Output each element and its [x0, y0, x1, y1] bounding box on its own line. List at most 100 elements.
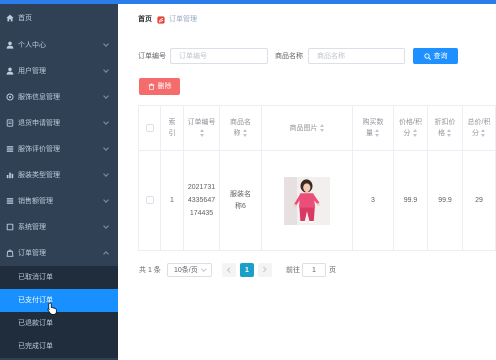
breadcrumb-home-link[interactable]: 首页 [138, 15, 152, 25]
sort-icon[interactable] [200, 129, 205, 138]
header-price[interactable]: 价格/积分 [393, 105, 428, 151]
header-label: 商品名称 [230, 119, 251, 137]
square-icon [6, 223, 14, 231]
page-size-value: 10条/页 [174, 266, 198, 274]
chevron-down-icon [103, 119, 109, 125]
page-number-button[interactable]: 1 [240, 263, 254, 277]
sidebar-item-orders[interactable]: 订单管理 [0, 240, 118, 266]
sidebar-item-system[interactable]: 系统管理 [0, 214, 118, 240]
order-number-cell: 20217314335647174435 [183, 150, 220, 251]
orders-table: 索引 订单编号 商品名称 商品图片 购买数量 价格/积分 折扣价格 总价/积分 … [138, 105, 496, 251]
order-number-label: 订单编号 [138, 53, 166, 60]
sidebar-item-users[interactable]: 用户管理 [0, 58, 118, 84]
sidebar-item-label: 系统管理 [18, 223, 46, 231]
sort-icon[interactable] [447, 129, 452, 138]
discount-price-cell: 99.9 [427, 150, 463, 251]
header-index: 索引 [160, 105, 184, 151]
goto-suffix: 页 [329, 267, 336, 274]
price-cell: 99.9 [393, 150, 428, 251]
submenu-item-label: 已取消订单 [18, 274, 53, 281]
breadcrumb: 首页 订单管理 [138, 15, 197, 25]
sidebar-item-label: 订单管理 [18, 249, 46, 257]
select-all-checkbox[interactable] [145, 123, 154, 132]
header-order-number[interactable]: 订单编号 [183, 105, 220, 151]
product-image-cell [261, 150, 353, 251]
page-size-select[interactable]: 10条/页 [167, 263, 212, 277]
chevron-down-icon [103, 67, 109, 73]
product-name-input[interactable] [308, 48, 405, 64]
chevron-down-icon [103, 145, 109, 151]
delete-button-label: 删除 [157, 83, 172, 90]
chevron-down-icon [200, 266, 206, 272]
user-icon [6, 41, 14, 49]
header-label: 总价/积分 [467, 119, 491, 137]
header-select-cell [138, 105, 161, 151]
sidebar-item-returns[interactable]: 退货申请管理 [0, 110, 118, 136]
chevron-right-icon [261, 267, 267, 273]
chevron-down-icon [103, 93, 109, 99]
order-icon [6, 249, 14, 257]
product-name-label: 商品名称 [275, 53, 303, 60]
header-total[interactable]: 总价/积分 [462, 105, 496, 151]
sort-icon[interactable] [242, 129, 248, 138]
search-icon [423, 52, 431, 60]
table-header-row: 索引 订单编号 商品名称 商品图片 购买数量 价格/积分 折扣价格 总价/积分 [138, 105, 496, 151]
sort-icon[interactable] [319, 123, 325, 132]
row-checkbox[interactable] [145, 195, 154, 204]
orders-submenu: 已取消订单 已支付订单 已退款订单 已完成订单 [0, 266, 118, 358]
index-cell: 1 [160, 150, 184, 251]
sort-icon[interactable] [481, 129, 486, 138]
sort-icon[interactable] [412, 129, 418, 138]
header-quantity[interactable]: 购买数量 [352, 105, 394, 151]
order-number-input[interactable] [170, 48, 268, 64]
delete-button[interactable]: 删除 [139, 78, 180, 95]
header-label: 价格/积分 [399, 119, 422, 137]
sidebar-item-label: 销售额管理 [18, 197, 53, 205]
sidebar-item-label: 用户管理 [18, 67, 46, 75]
home-icon [6, 14, 14, 22]
header-label: 商品图片 [289, 124, 318, 132]
order-number-value: 20217314335647174435 [187, 184, 216, 217]
goto-page-input[interactable] [302, 263, 326, 277]
sidebar-item-label: 服饰评价管理 [18, 145, 60, 153]
pagination-total: 共 1 条 [139, 267, 161, 274]
header-label: 订单编号 [187, 119, 216, 126]
user-icon [6, 67, 14, 75]
product-photo[interactable] [284, 176, 330, 225]
chevron-down-icon [103, 197, 109, 203]
query-button-label: 查询 [433, 52, 448, 60]
chevron-down-icon [103, 171, 109, 177]
document-icon [6, 119, 14, 127]
submenu-item-paid-orders[interactable]: 已支付订单 [0, 289, 118, 312]
sidebar-item-clothing-info[interactable]: 服饰信息管理 [0, 84, 118, 110]
sidebar-item-clothing-types[interactable]: 服装类型管理 [0, 162, 118, 188]
chevron-down-icon [103, 223, 109, 229]
breadcrumb-separator-icon [157, 16, 165, 24]
submenu-item-completed-orders[interactable]: 已完成订单 [0, 335, 118, 358]
next-page-button[interactable] [258, 263, 272, 277]
header-product-image[interactable]: 商品图片 [261, 105, 353, 151]
info-circle-icon [6, 93, 14, 101]
query-button[interactable]: 查询 [413, 48, 458, 64]
chevron-left-icon [227, 267, 233, 273]
submenu-item-refunded-orders[interactable]: 已退款订单 [0, 312, 118, 335]
submenu-item-label: 已完成订单 [18, 343, 53, 350]
header-product-name[interactable]: 商品名称 [219, 105, 262, 151]
table-row[interactable]: 1 20217314335647174435 服装名称6 3 99.9 99.9… [138, 150, 496, 251]
header-discount-price[interactable]: 折扣价格 [427, 105, 463, 151]
sidebar-item-profile[interactable]: 个人中心 [0, 32, 118, 58]
breadcrumb-current: 订单管理 [169, 16, 197, 23]
total-cell: 29 [462, 150, 496, 251]
sort-icon[interactable] [375, 129, 380, 138]
prev-page-button[interactable] [222, 263, 236, 277]
sidebar-item-reviews[interactable]: 服饰评价管理 [0, 136, 118, 162]
header-label: 折扣价格 [434, 119, 456, 137]
header-label: 索引 [168, 119, 176, 137]
trash-icon [148, 83, 155, 90]
sidebar-item-sales[interactable]: 销售额管理 [0, 188, 118, 214]
chart-icon [6, 171, 14, 179]
submenu-item-label: 已退款订单 [18, 320, 53, 327]
sidebar-item-home[interactable]: 首页 [0, 4, 118, 32]
list-icon [6, 145, 14, 153]
submenu-item-cancelled-orders[interactable]: 已取消订单 [0, 266, 118, 289]
